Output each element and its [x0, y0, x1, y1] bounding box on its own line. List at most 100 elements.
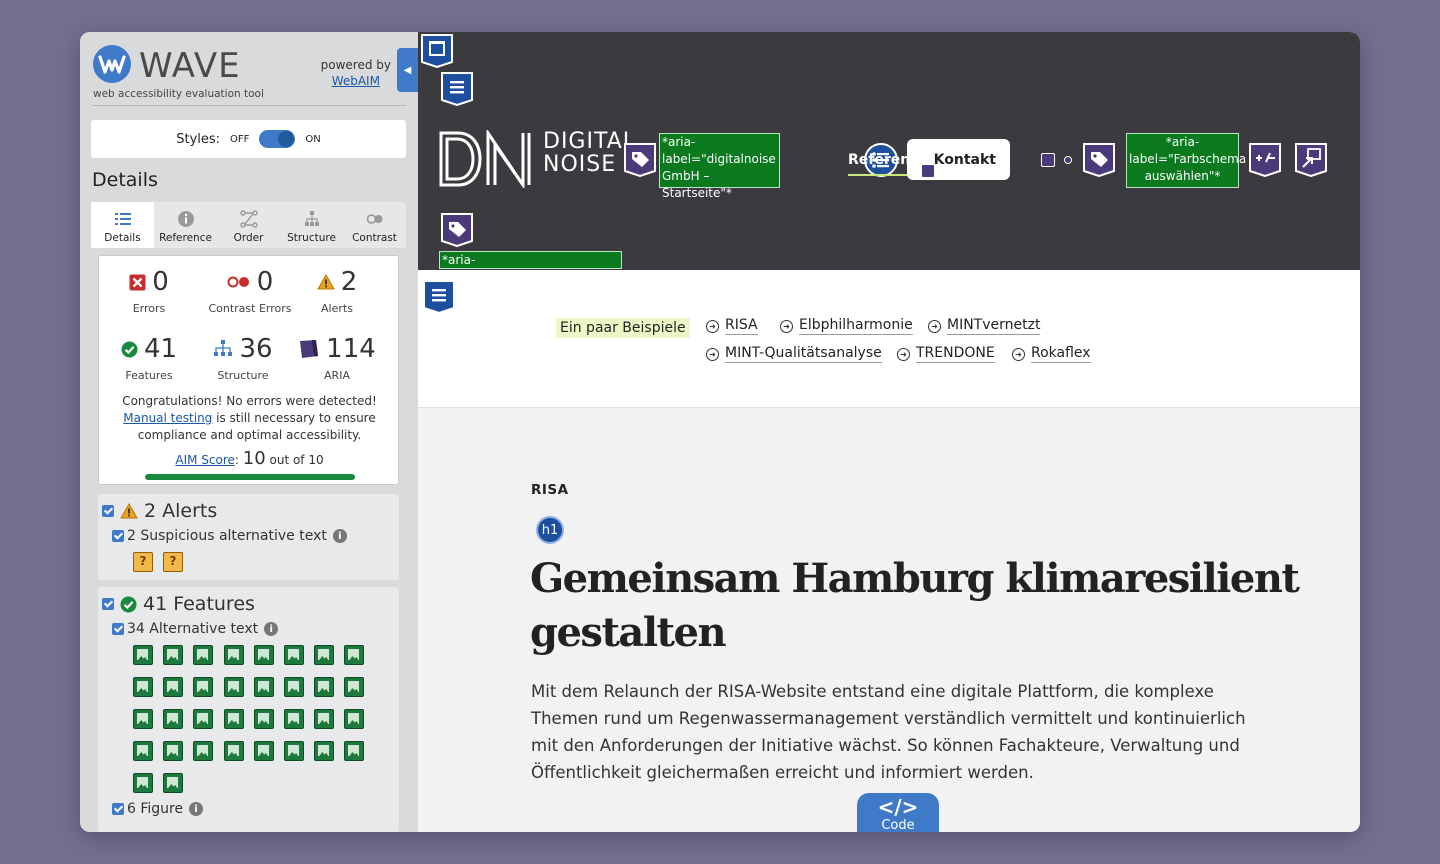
alt-text-heading[interactable]: 34 Alternative text i [112, 621, 279, 637]
tab-structure[interactable]: Structure [280, 202, 343, 248]
tab-order[interactable]: Order [217, 202, 280, 248]
sublink-rokaflex[interactable]: ➜ Rokaflex [1012, 345, 1091, 363]
sublink-elbphilharmonie[interactable]: ➜ Elbphilharmonie [780, 317, 913, 335]
alt-text-icon[interactable] [133, 677, 153, 697]
alt-text-icon[interactable] [344, 709, 365, 729]
alt-text-icon[interactable] [284, 709, 304, 729]
alt-text-icon[interactable] [163, 645, 184, 665]
tab-reference-label: Reference [159, 232, 212, 244]
wave-list-icon[interactable] [440, 70, 474, 106]
aria-small-icon[interactable] [921, 164, 935, 178]
alerts-heading[interactable]: 2 Alerts [102, 500, 217, 522]
features-panel: 41 Features 34 Alternative text i 6 Figu… [98, 587, 399, 832]
alt-text-icon[interactable] [133, 773, 153, 793]
suspicious-alt-icon[interactable]: ? [163, 552, 183, 572]
alt-text-icon[interactable] [253, 677, 274, 697]
stat-aria[interactable]: 114 ARIA [287, 333, 387, 382]
alt-text-icon[interactable] [163, 741, 184, 761]
alt-text-icon[interactable] [223, 709, 244, 729]
features-checkbox[interactable] [102, 598, 114, 610]
alt-text-icon[interactable] [133, 741, 153, 761]
sublink-risa[interactable]: ➜ RISA [706, 317, 758, 335]
alt-text-icon[interactable] [193, 709, 214, 729]
aria-popup-icon[interactable] [1294, 141, 1328, 177]
sublink-trendone[interactable]: ➜ TRENDONE [897, 345, 995, 363]
figure-heading[interactable]: 6 Figure i [112, 801, 204, 817]
info-icon[interactable]: i [189, 802, 204, 816]
aim-score-value: 10 [242, 448, 266, 469]
stat-errors[interactable]: 0 Errors [99, 266, 199, 315]
alt-text-icon[interactable] [344, 741, 365, 761]
alt-text-icon[interactable] [253, 709, 274, 729]
alt-text-icon[interactable] [344, 645, 365, 665]
wave-region-icon[interactable] [420, 32, 454, 68]
aria-label-main-nav: *aria-label="Hauptnavigation"* [439, 251, 622, 284]
structure-icon [304, 211, 319, 226]
digitalnoise-logo-icon[interactable] [438, 130, 534, 188]
website-viewport: DIGITAL NOISE *aria-label="digitalnoise … [418, 32, 1360, 832]
check-circle-icon [120, 596, 137, 612]
aria-expanded-icon[interactable] [1248, 141, 1282, 177]
alert-triangle-icon [316, 274, 335, 290]
webaim-link[interactable]: WebAIM [321, 74, 391, 88]
suspicious-alt-heading[interactable]: 2 Suspicious alternative text i [112, 528, 347, 544]
alt-text-icon[interactable] [314, 645, 335, 665]
arrow-right-icon: ➜ [706, 319, 719, 333]
suspicious-alt-checkbox[interactable] [112, 530, 124, 542]
alerts-checkbox[interactable] [102, 505, 114, 517]
stat-alerts[interactable]: 2 Alerts [287, 266, 387, 315]
tab-reference[interactable]: Reference [154, 202, 217, 248]
aria-label: ARIA [324, 369, 350, 382]
tab-details[interactable]: Details [91, 202, 154, 248]
project-eyebrow: RISA [531, 482, 569, 498]
alerts-heading-text: 2 Alerts [144, 500, 218, 522]
tab-contrast[interactable]: Contrast [343, 202, 406, 248]
code-toggle-button[interactable]: </> Code [857, 793, 939, 832]
suspicious-alt-icon[interactable]: ? [133, 552, 153, 572]
alt-text-icon[interactable] [163, 709, 184, 729]
alt-text-icon[interactable] [133, 645, 153, 665]
sublink-mintvernetzt[interactable]: ➜ MINTvernetzt [928, 317, 1041, 335]
contrast-errors-count: 0 [256, 267, 274, 297]
info-icon[interactable]: i [264, 622, 279, 636]
aria-dot-icon[interactable] [1064, 156, 1072, 164]
aria-label-tag-icon[interactable] [440, 211, 474, 247]
alt-text-icon[interactable] [314, 677, 335, 697]
stat-features[interactable]: 41 Features [99, 333, 199, 382]
alt-text-icon[interactable] [284, 645, 304, 665]
alt-text-checkbox[interactable] [112, 623, 124, 635]
aria-shield-icon [300, 340, 319, 358]
collapse-sidebar-button[interactable]: ◀ [397, 48, 418, 92]
stat-structure[interactable]: 36 Structure [193, 333, 293, 382]
alt-text-icon[interactable] [133, 709, 153, 729]
alt-text-icon[interactable] [344, 677, 365, 697]
alt-text-icon[interactable] [284, 741, 304, 761]
info-icon[interactable]: i [332, 529, 347, 543]
aria-count: 114 [326, 334, 376, 364]
alt-text-icon[interactable] [314, 741, 335, 761]
alt-text-icon[interactable] [163, 677, 184, 697]
features-heading[interactable]: 41 Features [102, 593, 255, 615]
alt-text-icon[interactable] [223, 741, 244, 761]
wave-h1-icon[interactable]: h1 [536, 516, 564, 544]
alt-text-icon[interactable] [223, 645, 244, 665]
browser-window: WAVE web accessibility evaluation tool p… [80, 32, 1360, 832]
aria-label-tag-icon[interactable] [623, 141, 657, 177]
sublink-mint-qualitaetsanalyse[interactable]: ➜ MINT-Qualitätsanalyse [706, 345, 882, 363]
wave-list-icon[interactable] [422, 278, 456, 314]
aria-label-tag-icon[interactable] [1082, 141, 1116, 177]
alt-text-icon[interactable] [253, 645, 274, 665]
aria-small-icon[interactable] [1041, 153, 1055, 167]
figure-checkbox[interactable] [112, 803, 124, 815]
alt-text-icon[interactable] [284, 677, 304, 697]
alt-text-icon[interactable] [253, 741, 274, 761]
alt-text-icon[interactable] [163, 773, 184, 793]
alt-text-icon[interactable] [193, 677, 214, 697]
alt-text-icon[interactable] [193, 645, 214, 665]
alt-text-icon[interactable] [223, 677, 244, 697]
alt-text-icon[interactable] [314, 709, 335, 729]
manual-testing-link[interactable]: Manual testing [123, 411, 212, 425]
aim-score-link[interactable]: AIM Score [175, 453, 235, 467]
alt-text-icon[interactable] [193, 741, 214, 761]
styles-toggle[interactable] [259, 130, 296, 148]
